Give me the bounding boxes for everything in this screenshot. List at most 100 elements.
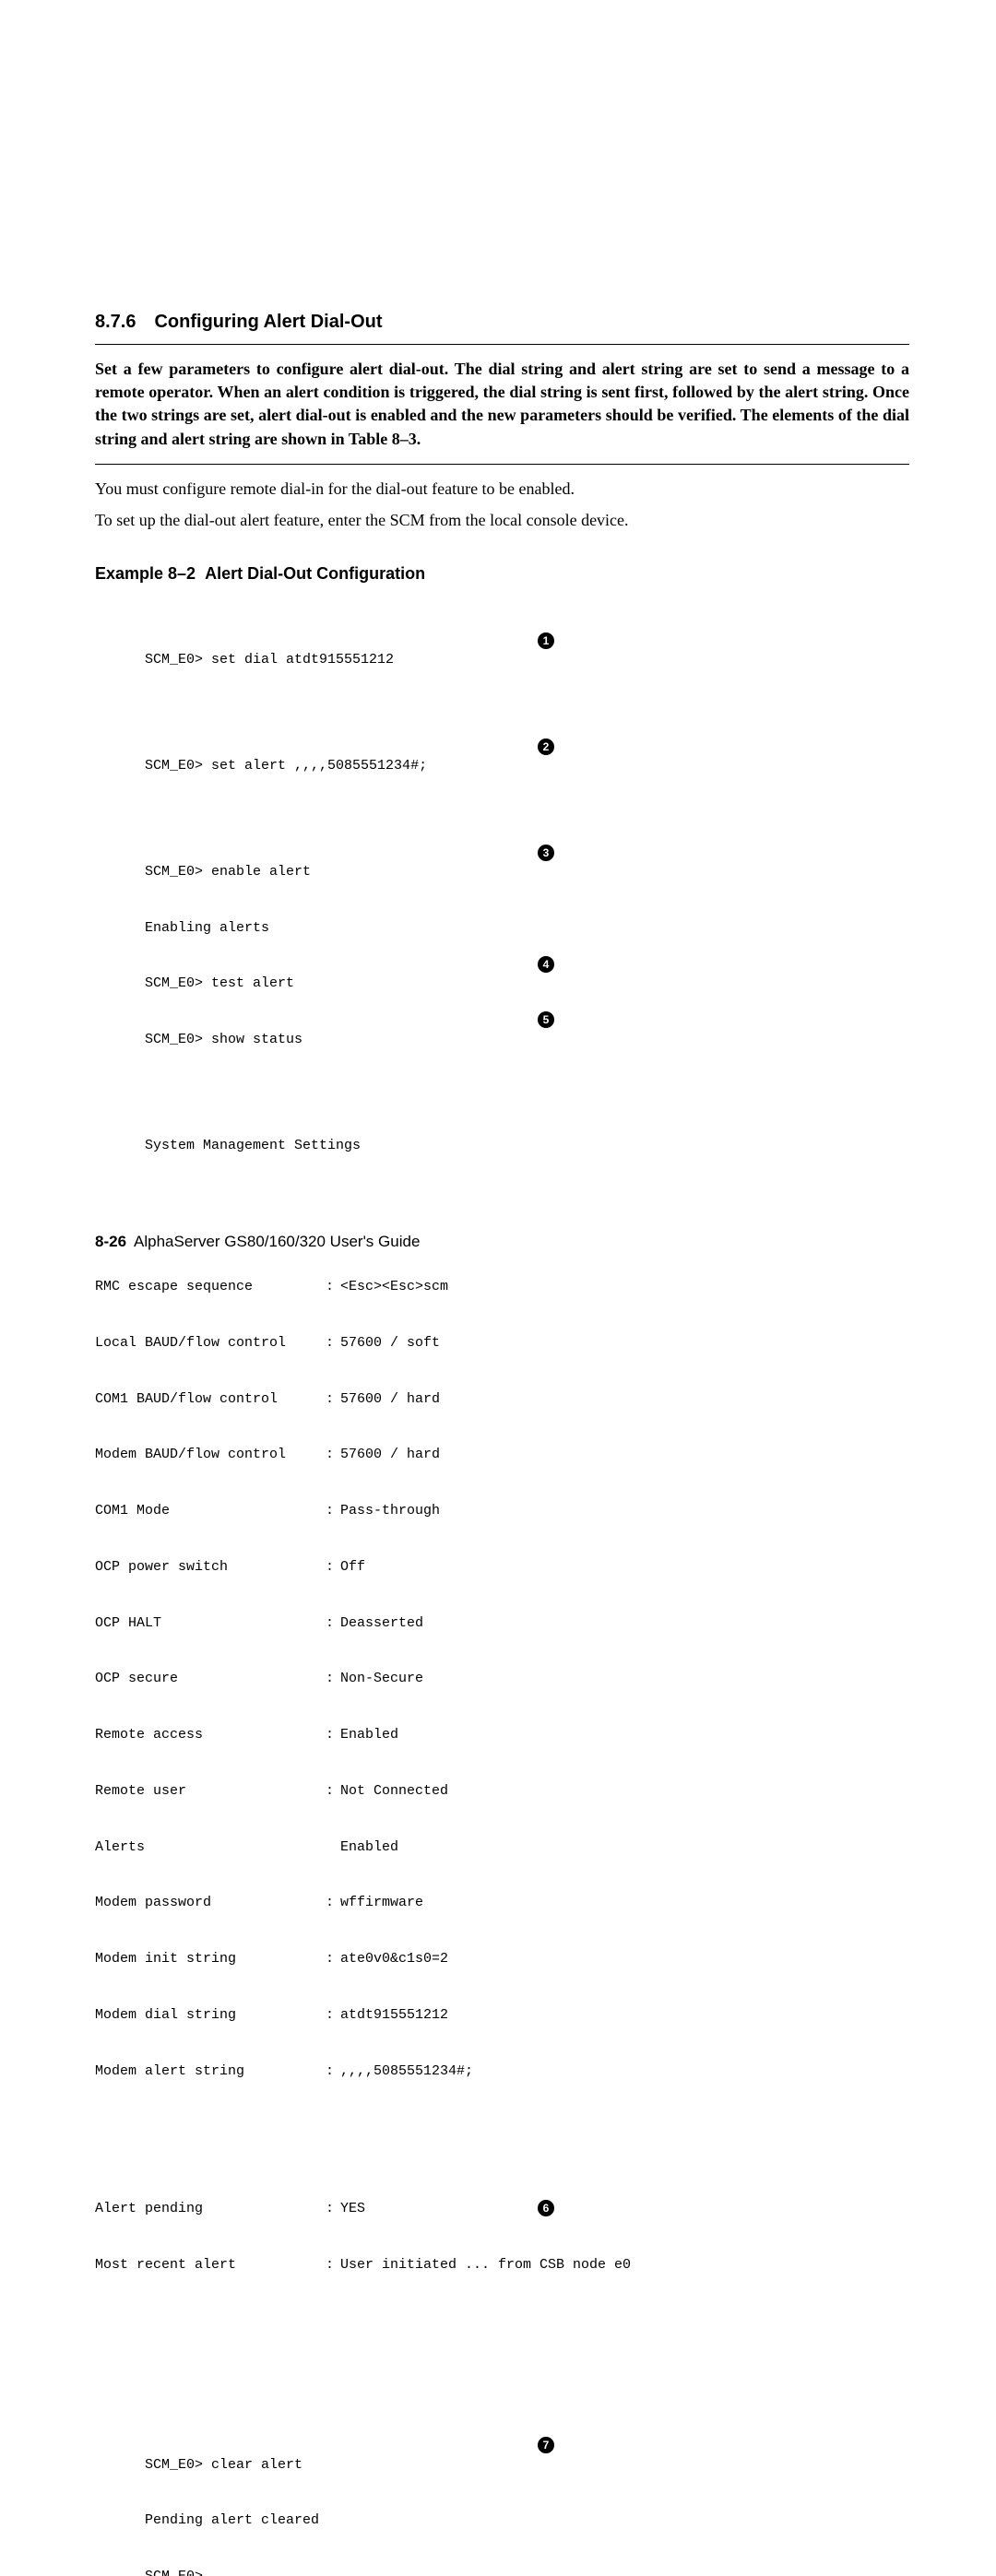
- status-row: Alerts Enabled: [95, 1838, 909, 1857]
- status-label: COM1 Mode: [95, 1502, 326, 1520]
- status-label: Modem alert string: [95, 2062, 326, 2081]
- terminal-line: SCM_E0> test alert 4: [95, 956, 909, 975]
- status-value: YES: [340, 2200, 909, 2218]
- section-heading: 8.7.6 Configuring Alert Dial-Out: [95, 312, 909, 333]
- terminal-line: SCM_E0> enable alert 3: [95, 845, 909, 863]
- status-value: <Esc><Esc>scm: [340, 1278, 909, 1296]
- status-row: Remote user:Not Connected: [95, 1782, 909, 1801]
- status-colon: :: [326, 1670, 340, 1688]
- terminal-line: System Management Settings: [95, 1117, 909, 1136]
- status-row: Local BAUD/flow control:57600 / soft: [95, 1334, 909, 1353]
- status-value: atdt915551212: [340, 2006, 909, 2025]
- status-row: RMC escape sequence:<Esc><Esc>scm: [95, 1278, 909, 1296]
- status-label: Most recent alert: [95, 2256, 326, 2275]
- terminal-line: SCM_E0> show status 5: [95, 1011, 909, 1030]
- status-value: 57600 / hard: [340, 1446, 909, 1464]
- status-colon: :: [326, 1390, 340, 1409]
- intro-paragraph: Set a few parameters to configure alert …: [95, 358, 909, 451]
- status-value: Deasserted: [340, 1614, 909, 1633]
- status-row: Modem init string:ate0v0&c1s0=2: [95, 1950, 909, 1968]
- terminal-line: SCM_E0> set dial atdt915551212 1: [95, 632, 909, 651]
- body-paragraph-1: You must configure remote dial-in for th…: [95, 478, 909, 500]
- status-colon: :: [326, 1558, 340, 1577]
- terminal-text: SCM_E0> set dial atdt915551212: [145, 652, 394, 668]
- terminal-text: SCM_E0> set alert ,,,,5085551234#;: [145, 758, 427, 774]
- status-row: Remote access:Enabled: [95, 1726, 909, 1744]
- status-label: Remote access: [95, 1726, 326, 1744]
- body-paragraph-2: To set up the dial-out alert feature, en…: [95, 509, 909, 531]
- terminal-text: System Management Settings: [145, 1138, 361, 1153]
- status-colon: :: [326, 2200, 340, 2218]
- status-label: Remote user: [95, 1782, 326, 1801]
- status-row: Modem BAUD/flow control:57600 / hard: [95, 1446, 909, 1464]
- status-row-most-recent: Most recent alert:User initiated ... fro…: [95, 2256, 909, 2275]
- status-value: Off: [340, 1558, 909, 1577]
- page-footer: 8-26 AlphaServer GS80/160/320 User's Guid…: [95, 1233, 420, 1251]
- status-label: Alerts: [95, 1838, 326, 1857]
- terminal-text: SCM_E0> clear alert: [145, 2457, 302, 2473]
- section-number: 8.7.6: [95, 312, 136, 332]
- callout-1: 1: [538, 632, 554, 649]
- status-value: Non-Secure: [340, 1670, 909, 1688]
- callout-7: 7: [538, 2437, 554, 2453]
- status-value: User initiated ... from CSB node e0: [340, 2256, 909, 2275]
- status-colon: :: [326, 1278, 340, 1296]
- status-label: Modem BAUD/flow control: [95, 1446, 326, 1464]
- example-label: Example 8–2: [95, 564, 196, 583]
- terminal-text: SCM_E0>: [145, 2569, 203, 2576]
- status-label: Modem dial string: [95, 2006, 326, 2025]
- status-colon: :: [326, 1894, 340, 1912]
- terminal-block: SCM_E0> set dial atdt915551212 1 SCM_E0>…: [95, 595, 909, 2576]
- status-row: OCP HALT:Deasserted: [95, 1614, 909, 1633]
- terminal-text: SCM_E0> enable alert: [145, 864, 311, 880]
- terminal-line: SCM_E0>: [95, 2548, 909, 2567]
- callout-2: 2: [538, 739, 554, 755]
- status-colon: :: [326, 1726, 340, 1744]
- status-value: Enabled: [340, 1838, 909, 1857]
- status-value: Pass-through: [340, 1502, 909, 1520]
- section-title: Configuring Alert Dial-Out: [154, 312, 382, 332]
- status-label: Modem init string: [95, 1950, 326, 1968]
- status-row: OCP secure:Non-Secure: [95, 1670, 909, 1688]
- status-label: COM1 BAUD/flow control: [95, 1390, 326, 1409]
- status-label: OCP secure: [95, 1670, 326, 1688]
- status-colon: :: [326, 2006, 340, 2025]
- status-colon: :: [326, 1502, 340, 1520]
- status-label: RMC escape sequence: [95, 1278, 326, 1296]
- status-colon: [326, 1838, 340, 1857]
- status-label: Alert pending: [95, 2200, 326, 2218]
- status-colon: :: [326, 1446, 340, 1464]
- status-value: Not Connected: [340, 1782, 909, 1801]
- footer-title: AlphaServer GS80/160/320 User's Guide: [134, 1233, 420, 1250]
- status-colon: :: [326, 2256, 340, 2275]
- terminal-line: Pending alert cleared: [95, 2493, 909, 2511]
- status-value: wffirmware: [340, 1894, 909, 1912]
- status-value: 57600 / hard: [340, 1390, 909, 1409]
- status-value: 57600 / soft: [340, 1334, 909, 1353]
- terminal-text: SCM_E0> show status: [145, 1032, 302, 1047]
- status-row: COM1 Mode:Pass-through: [95, 1502, 909, 1520]
- example-heading: Example 8–2 Alert Dial-Out Configuration: [95, 564, 909, 584]
- document-page: 8.7.6 Configuring Alert Dial-Out Set a fe…: [0, 0, 996, 1288]
- page-number: 8-26: [95, 1233, 126, 1250]
- status-colon: :: [326, 2062, 340, 2081]
- status-label: OCP power switch: [95, 1558, 326, 1577]
- status-block: RMC escape sequence:<Esc><Esc>scm Local …: [95, 1241, 909, 2312]
- callout-4: 4: [538, 956, 554, 973]
- status-colon: :: [326, 1614, 340, 1633]
- status-value: ate0v0&c1s0=2: [340, 1950, 909, 1968]
- terminal-line: SCM_E0> set alert ,,,,5085551234#; 2: [95, 739, 909, 757]
- terminal-text: Enabling alerts: [145, 920, 269, 936]
- status-value: Enabled: [340, 1726, 909, 1744]
- divider-top: [95, 344, 909, 345]
- callout-3: 3: [538, 845, 554, 861]
- terminal-text: Pending alert cleared: [145, 2512, 319, 2528]
- callout-5: 5: [538, 1011, 554, 1028]
- divider-bottom: [95, 464, 909, 465]
- status-row: Modem password:wffirmware: [95, 1894, 909, 1912]
- terminal-line: SCM_E0> clear alert 7: [95, 2437, 909, 2455]
- status-colon: :: [326, 1950, 340, 1968]
- status-row: Modem alert string:,,,,5085551234#;: [95, 2062, 909, 2081]
- example-title: Alert Dial-Out Configuration: [205, 564, 425, 583]
- terminal-line: Enabling alerts: [95, 900, 909, 918]
